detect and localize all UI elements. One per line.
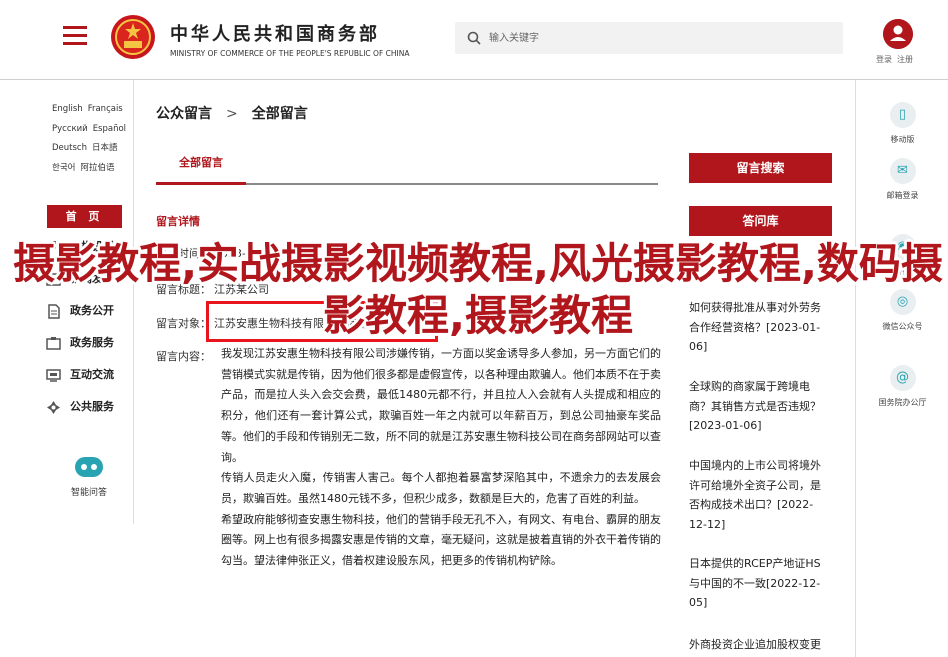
right-item-label: 官方微博 [886, 267, 919, 276]
section-label: 留言详情 [156, 215, 200, 228]
lang-link[interactable]: Español [93, 124, 126, 134]
ministry-name-cn: 中华人民共和国商务部 [170, 24, 380, 45]
doc-icon [48, 304, 60, 319]
right-item-label: 移动版 [890, 135, 915, 144]
meta-value: 2023-01-17 [214, 247, 278, 260]
sidebar-item-label: 政务服务 [70, 336, 114, 349]
right-item-label: 邮箱登录 [886, 191, 919, 200]
sidebar-item-label: 公共服务 [70, 400, 114, 413]
lang-link[interactable]: Deutsch [52, 143, 87, 153]
sidebar-item-interact[interactable]: 互动交流 [44, 366, 114, 398]
right-sidebar: ▯ 移动版 ✉ 邮箱登录 ◉ 官方微博 ◎ 微信公众号 @ 国务院办公厅 [855, 80, 948, 657]
weibo-icon: ◉ [889, 234, 916, 260]
sidebar-item-news[interactable]: 新闻发布 [44, 270, 114, 302]
user-avatar-icon[interactable] [883, 19, 913, 49]
at-icon: @ [889, 365, 916, 391]
search-input[interactable] [489, 28, 829, 48]
auth-links: 登录 注册 [876, 54, 918, 65]
gov-link[interactable]: @ 国务院办公厅 [856, 365, 948, 408]
search-icon[interactable] [467, 31, 481, 45]
message-paragraph: 传销人员走火入魔，传销害人害己。每个人都抱着暴富梦深陷其中，不遗余力的去发展会员… [221, 471, 661, 505]
breadcrumb: 公众留言 > 全部留言 [156, 103, 308, 123]
meta-content: 留言内容： [156, 348, 214, 364]
meta-label: 留言标题： [156, 283, 211, 296]
smart-qa-link[interactable]: 智能问答 [64, 455, 114, 498]
weibo-link[interactable]: ◉ 官方微博 [856, 234, 948, 277]
breadcrumb-root[interactable]: 公众留言 [156, 106, 212, 122]
sidebar-item-open[interactable]: 政务公开 [44, 302, 114, 334]
language-list: English Français Русский Español Deutsch 日本… [52, 100, 132, 178]
sidebar-item-label: 新闻发布 [70, 272, 114, 285]
breadcrumb-current: 全部留言 [251, 106, 308, 122]
right-item-label: 微信公众号 [882, 322, 923, 331]
national-emblem-icon [111, 15, 155, 59]
smart-qa-label: 智能问答 [70, 488, 107, 498]
message-paragraph: 希望政府能够彻查安惠生物科技，他们的营销手段无孔不入，有网文、有电台、霸屏的朋友… [221, 512, 661, 568]
news-item[interactable]: 中国境内的上市公司将境外许可给境外全资子公司，是否构成技术出口？[2022-12… [689, 456, 829, 534]
search-box [455, 22, 843, 54]
mail-icon: ✉ [889, 158, 916, 184]
hamburger-menu-icon[interactable] [63, 26, 87, 46]
lang-link[interactable]: Русский [52, 124, 88, 134]
ministry-name-en: MINISTRY OF COMMERCE OF THE PEOPLE'S REP… [170, 49, 410, 58]
sidebar-item-label: 互动交流 [70, 368, 114, 381]
sidebar-item-public[interactable]: 公共服务 [44, 398, 114, 430]
mail-link[interactable]: ✉ 邮箱登录 [856, 158, 948, 201]
news-item[interactable]: 如何获得批准从事对外劳务合作经营资格？[2023-01-06] [689, 298, 829, 357]
mobile-link[interactable]: ▯ 移动版 [856, 102, 948, 145]
home-button[interactable]: 首 页 [47, 205, 122, 228]
right-item-label: 国务院办公厅 [878, 398, 927, 407]
lang-link[interactable]: 阿拉伯语 [80, 163, 114, 173]
sidebar-item-label: 政务公开 [70, 304, 114, 317]
news-icon [46, 273, 61, 286]
lang-link[interactable]: 한국어 [52, 163, 75, 173]
lang-link[interactable]: Français [88, 104, 123, 114]
chat-icon [46, 369, 61, 382]
service-icon [46, 337, 61, 350]
highlight-box [206, 301, 438, 342]
sidebar-item-org[interactable]: 机构设置 [44, 238, 114, 270]
meta-title: 留言标题： 江苏某公司 [156, 281, 269, 297]
site-header: 中华人民共和国商务部 MINISTRY OF COMMERCE OF THE P… [0, 0, 948, 80]
news-item[interactable]: 日本提供的RCEP产地证HS与中国的不一致[2022-12-05] [689, 554, 829, 613]
meta-label: 留言内容： [156, 350, 211, 363]
sidebar-nav: 机构设置 新闻发布 政务公开 政务服务 互动交流 公共服务 [44, 238, 114, 430]
wechat-link[interactable]: ◎ 微信公众号 [856, 289, 948, 332]
lang-link[interactable]: 日本語 [92, 143, 118, 153]
lang-link[interactable]: English [52, 104, 83, 114]
meta-value: 江苏某公司 [214, 283, 269, 296]
news-item[interactable]: 全球购的商家属于跨境电商？其销售方式是否违规？[2023-01-06] [689, 377, 829, 436]
message-search-button[interactable]: 留言搜索 [689, 153, 832, 183]
register-link[interactable]: 注册 [897, 55, 913, 64]
news-item[interactable]: 外商投资企业追加股权变更 [689, 635, 829, 655]
wechat-icon: ◎ [889, 289, 916, 315]
robot-icon [75, 457, 103, 477]
breadcrumb-separator: > [226, 106, 238, 122]
mobile-icon: ▯ [889, 102, 916, 128]
login-link[interactable]: 登录 [876, 55, 892, 64]
sidebar-item-service[interactable]: 政务服务 [44, 334, 114, 366]
org-icon [47, 241, 60, 254]
message-paragraph: 我发现江苏安惠生物科技有限公司涉嫌传销，一方面以奖金诱导多人参加，另一方面它们的… [221, 347, 661, 464]
tab-all-messages[interactable]: 全部留言 [156, 152, 246, 185]
message-body: 我发现江苏安惠生物科技有限公司涉嫌传销，一方面以奖金诱导多人参加，另一方面它们的… [221, 344, 661, 572]
meta-date: 留言时间： 2023-01-17 [156, 245, 278, 261]
meta-label: 留言时间： [156, 247, 211, 260]
left-sidebar: English Français Русский Español Deutsch 日本… [44, 80, 134, 524]
qa-library-button[interactable]: 答问库 [689, 206, 832, 236]
sidebar-item-label: 机构设置 [70, 240, 114, 253]
public-icon [47, 401, 60, 414]
